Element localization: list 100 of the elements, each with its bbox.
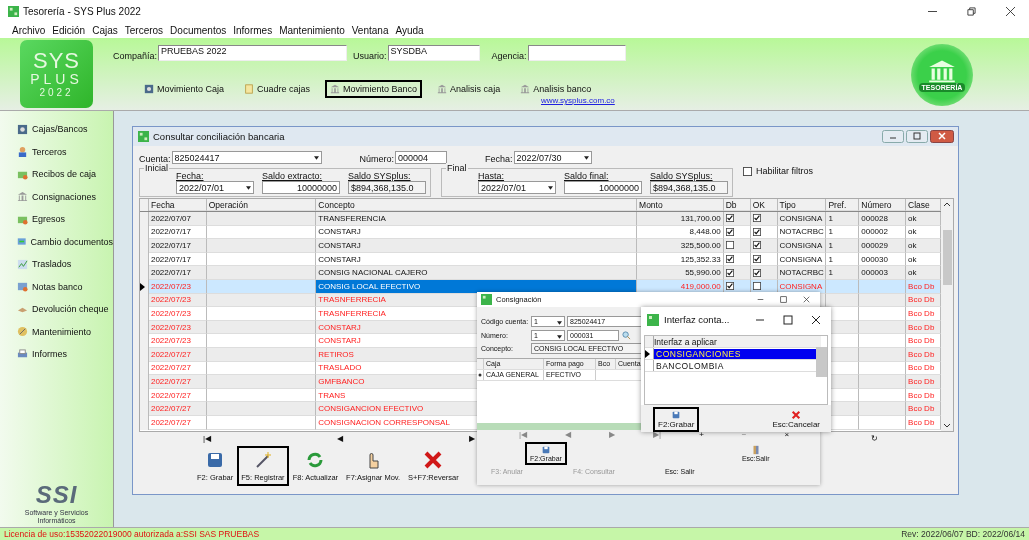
checkbox[interactable] bbox=[752, 255, 761, 264]
printer-icon bbox=[17, 348, 28, 360]
menu-item[interactable]: Terceros bbox=[124, 24, 164, 36]
maximize-icon[interactable] bbox=[780, 296, 787, 303]
menu-item[interactable]: Archivo bbox=[12, 24, 46, 36]
toolbar-button[interactable]: Analisis caja bbox=[432, 80, 506, 98]
sidebar-item[interactable]: Notas banco bbox=[0, 275, 113, 298]
toolbar-button[interactable]: Movimiento Banco bbox=[325, 80, 423, 98]
checkbox[interactable] bbox=[752, 268, 761, 277]
checkbox-label: Habilitar filtros bbox=[756, 166, 813, 176]
dialog-button[interactable]: F2:Grabar bbox=[653, 407, 700, 432]
maximize-icon[interactable] bbox=[783, 314, 793, 325]
table-cell bbox=[859, 375, 907, 389]
table-cell bbox=[859, 334, 907, 348]
menu-item[interactable]: Ayuda bbox=[395, 24, 424, 36]
sidebar-item[interactable]: Informes bbox=[0, 343, 113, 366]
sidebar-item[interactable]: Cambio documentos bbox=[0, 230, 113, 253]
menu-item[interactable]: Documentos bbox=[170, 24, 227, 36]
date-dropdown[interactable]: 2022/07/01 bbox=[478, 181, 556, 194]
menu-item[interactable]: Ventana bbox=[351, 24, 389, 36]
field-label: Saldo SYSplus: bbox=[650, 171, 714, 181]
next-record-button[interactable]: ▶ bbox=[469, 433, 476, 443]
user-field[interactable]: SYSDBA bbox=[387, 45, 480, 61]
menu-item[interactable]: Cajas bbox=[92, 24, 118, 36]
checkbox[interactable] bbox=[725, 227, 734, 236]
sidebar-item[interactable]: Consignaciones bbox=[0, 185, 113, 208]
close-icon[interactable] bbox=[1006, 6, 1015, 16]
table-cell: 2022/07/27 bbox=[148, 375, 207, 389]
sidebar-item[interactable]: Traslados bbox=[0, 253, 113, 276]
scrollbar-thumb[interactable] bbox=[942, 230, 952, 285]
navigator-button[interactable]: + bbox=[699, 430, 704, 439]
checkbox[interactable] bbox=[752, 227, 761, 236]
date-dropdown[interactable]: 2022/07/01 bbox=[176, 181, 254, 194]
table-cell: TRANSFERENCIA bbox=[316, 212, 638, 226]
toolbar-button[interactable]: Cuadre cajas bbox=[239, 80, 316, 98]
notepad-icon bbox=[17, 281, 28, 293]
save-icon bbox=[671, 410, 682, 420]
scroll-down-icon[interactable] bbox=[943, 423, 951, 428]
column-header: Concepto bbox=[316, 199, 638, 211]
sidebar-item[interactable]: Mantenimiento bbox=[0, 320, 113, 343]
table-cell: Bco Db bbox=[906, 334, 941, 348]
balance-field[interactable]: $894,368,135.0 bbox=[348, 181, 426, 194]
table-cell: CONSIGNA bbox=[777, 212, 827, 226]
refresh-button[interactable]: ↻ bbox=[871, 433, 879, 443]
checkbox[interactable] bbox=[725, 241, 734, 250]
scrollbar-thumb[interactable] bbox=[816, 347, 827, 377]
scrollbar-track[interactable] bbox=[941, 199, 953, 431]
scroll-up-icon[interactable] bbox=[943, 202, 951, 207]
balance-field[interactable]: $894,368,135.0 bbox=[650, 181, 728, 194]
bank-icon bbox=[330, 84, 341, 94]
website-link[interactable]: www.sysplus.com.co bbox=[541, 96, 615, 105]
window-title: Interfaz conta... bbox=[664, 314, 730, 325]
column-header: Tipo bbox=[777, 199, 827, 211]
account-dropdown[interactable]: 825024417 bbox=[171, 151, 322, 164]
field-label: Fecha: bbox=[176, 171, 205, 181]
company-field[interactable]: PRUEBAS 2022 bbox=[158, 45, 348, 61]
cancel-icon bbox=[791, 410, 802, 420]
toolbar-button[interactable]: Movimiento Caja bbox=[139, 80, 230, 98]
checkbox[interactable] bbox=[752, 241, 761, 250]
search-icon[interactable] bbox=[622, 330, 631, 340]
number-field[interactable]: 000004 bbox=[395, 151, 448, 164]
minimize-button[interactable] bbox=[882, 130, 904, 143]
checkbox[interactable] bbox=[725, 214, 734, 223]
minimize-icon[interactable] bbox=[757, 296, 764, 303]
navigator-button[interactable]: × bbox=[784, 430, 790, 439]
first-record-button[interactable]: |◀ bbox=[203, 433, 212, 443]
balance-field[interactable]: 10000000 bbox=[564, 181, 642, 194]
current-row-icon bbox=[478, 372, 482, 377]
checkbox[interactable] bbox=[725, 268, 734, 277]
date-dropdown[interactable]: 2022/07/30 bbox=[513, 151, 592, 164]
field-label: Cuenta: bbox=[139, 154, 171, 164]
sidebar-item[interactable]: Recibos de caja bbox=[0, 163, 113, 186]
sidebar-item[interactable]: Cajas/Bancos bbox=[0, 118, 113, 141]
sidebar-item[interactable]: Egresos bbox=[0, 208, 113, 231]
dialog-button[interactable]: Esc:Cancelar bbox=[767, 407, 825, 432]
person-icon bbox=[17, 146, 28, 158]
table-cell: CONSIG NACIONAL CAJERO bbox=[316, 266, 638, 280]
checkbox[interactable] bbox=[752, 282, 761, 291]
sysplus-logo: SYS PLUS 2022 bbox=[20, 40, 93, 108]
field-label: Número: bbox=[359, 154, 395, 164]
table-cell: 2022/07/27 bbox=[148, 415, 207, 430]
checkbox[interactable] bbox=[725, 255, 734, 264]
balance-field[interactable]: 10000000 bbox=[262, 181, 340, 194]
close-icon[interactable] bbox=[811, 314, 821, 325]
agency-field[interactable] bbox=[527, 45, 626, 61]
checkbox[interactable] bbox=[752, 214, 761, 223]
restore-icon[interactable] bbox=[967, 6, 976, 16]
sidebar-item[interactable]: Terceros bbox=[0, 140, 113, 163]
close-button[interactable] bbox=[930, 130, 954, 143]
toolbar-button[interactable]: Analisis banco bbox=[515, 80, 597, 98]
previous-record-button[interactable]: ◀ bbox=[337, 433, 344, 443]
sidebar-item[interactable]: Devolución cheque bbox=[0, 298, 113, 321]
menu-item[interactable]: Edición bbox=[52, 24, 86, 36]
checkbox[interactable] bbox=[725, 282, 734, 291]
menu-item[interactable]: Mantenimiento bbox=[279, 24, 345, 36]
table-cell: ok bbox=[906, 266, 941, 280]
checkbox[interactable] bbox=[743, 166, 752, 176]
menu-item[interactable]: Informes bbox=[233, 24, 273, 36]
table-cell bbox=[859, 415, 907, 430]
document-swap-icon bbox=[17, 236, 27, 248]
